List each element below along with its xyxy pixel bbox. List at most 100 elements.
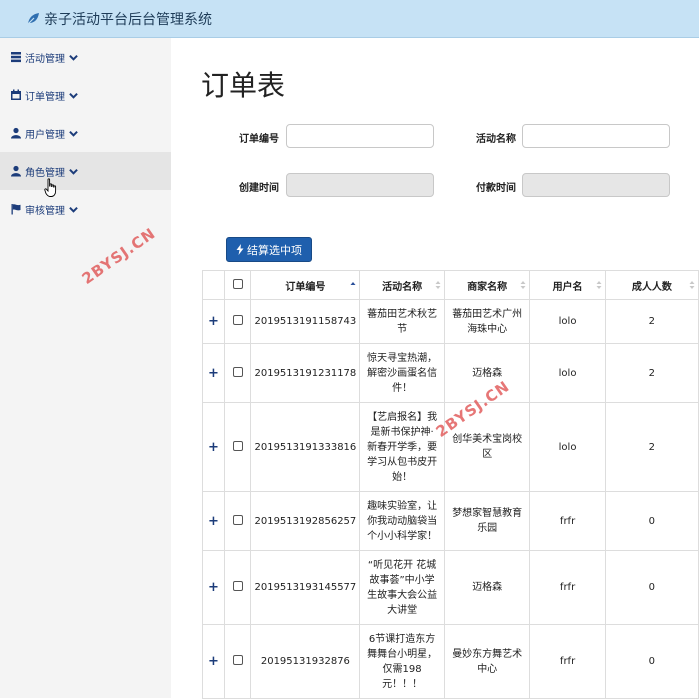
- paid-time-input[interactable]: [522, 173, 670, 197]
- sidebar-item-label: 用户管理: [25, 129, 65, 141]
- cell-activity-name-line: 【艺启报名】我: [367, 411, 438, 423]
- cell-activity-name: “听见花开 花城 故事荟”中小学 生故事大会公益 大讲堂: [359, 550, 445, 625]
- cell-adults: 0: [604, 491, 699, 551]
- column-header-order-no[interactable]: 订单编号: [250, 270, 361, 300]
- select-all-checkbox[interactable]: [232, 278, 243, 289]
- chevron-down-icon: [69, 168, 78, 175]
- expand-column-header: [202, 270, 225, 300]
- column-header-username[interactable]: 用户名: [529, 270, 606, 300]
- table-row[interactable]: +2019513192856257 趣味实验室，让 你我动动脑袋当 个小小科学家！ 梦想…: [202, 491, 699, 551]
- expand-cell[interactable]: +: [202, 343, 225, 403]
- sidebar-item-users[interactable]: 用户管理: [0, 114, 171, 152]
- list-icon: [11, 52, 21, 63]
- order-no-input[interactable]: [286, 124, 434, 148]
- cell-merchant-name-line: 梦想家智慧教育: [452, 508, 523, 519]
- sidebar-item-activity[interactable]: 活动管理: [0, 38, 171, 76]
- cell-activity-name: 惊天寻宝热潮， 解密沙画蛋名信 件！: [359, 343, 445, 403]
- cell-activity-name-line: 解密沙画蛋名信: [367, 367, 438, 379]
- sidebar-item-label: 订单管理: [25, 91, 65, 103]
- table-body: +2019513191158743 蕃茄田艺术秋艺节蕃茄田艺术广州 海珠中心 lolo…: [202, 299, 699, 699]
- column-header-adults[interactable]: 成人人数: [604, 270, 699, 300]
- expand-plus-icon[interactable]: +: [208, 440, 219, 455]
- row-checkbox-cell[interactable]: [223, 550, 252, 625]
- cell-activity-name-line: 故事荟”中小学: [369, 574, 435, 586]
- row-checkbox[interactable]: [232, 581, 243, 591]
- expand-plus-icon[interactable]: +: [208, 314, 219, 329]
- cell-activity-name-line: 惊天寻宝热潮，: [367, 352, 438, 364]
- activity-name-input[interactable]: [522, 124, 670, 148]
- cell-username: lolo: [529, 343, 606, 403]
- orders-table: 订单编号 活动名称 商家名称 用户名 成人人数 +201951319115874…: [202, 270, 699, 699]
- row-checkbox[interactable]: [232, 440, 243, 451]
- expand-cell[interactable]: +: [202, 402, 225, 492]
- expand-cell[interactable]: +: [202, 491, 225, 551]
- cell-activity-name-line: 个小小科学家！: [367, 530, 438, 542]
- expand-cell[interactable]: +: [202, 550, 225, 625]
- expand-plus-icon[interactable]: +: [208, 514, 219, 529]
- row-checkbox[interactable]: [232, 655, 243, 665]
- cell-activity-name-line: “听见花开 花城: [367, 559, 437, 571]
- cell-merchant-name-line: 曼妙东方舞艺术: [452, 648, 523, 660]
- cell-adults: 0: [604, 624, 699, 699]
- row-checkbox[interactable]: [232, 315, 243, 325]
- row-checkbox-cell[interactable]: [223, 343, 252, 403]
- expand-plus-icon[interactable]: +: [208, 654, 219, 669]
- sidebar-item-review[interactable]: 审核管理: [0, 190, 171, 228]
- cell-adults: 2: [604, 343, 699, 403]
- cell-activity-name-line: 趣味实验室，让: [367, 500, 438, 512]
- main-content: 订单表 订单编号 活动名称 创建时间 付款时间 结算选中项 订单编号 活动名称 …: [171, 38, 699, 699]
- expand-cell[interactable]: +: [202, 624, 225, 699]
- page-title: 订单表: [201, 69, 286, 102]
- table-row[interactable]: +2019513191158743 蕃茄田艺术秋艺节蕃茄田艺术广州 海珠中心 lolo…: [202, 299, 699, 344]
- top-bar: 亲子活动平台后台管理系统: [0, 0, 699, 38]
- created-time-input[interactable]: [286, 173, 434, 197]
- brand[interactable]: 亲子活动平台后台管理系统: [26, 9, 212, 29]
- cell-activity-name-line: 件！: [392, 382, 413, 394]
- app-title: 亲子活动平台后台管理系统: [44, 12, 212, 28]
- expand-plus-icon[interactable]: +: [208, 366, 219, 381]
- cell-activity-name-line: 仅需198: [382, 663, 422, 675]
- row-checkbox[interactable]: [232, 514, 243, 525]
- row-checkbox-cell[interactable]: [223, 491, 252, 551]
- sidebar-item-label: 审核管理: [25, 205, 65, 217]
- row-checkbox-cell[interactable]: [223, 624, 252, 699]
- sidebar-item-label: 活动管理: [25, 53, 65, 65]
- settle-label: 结算选中项: [247, 243, 302, 257]
- calendar-icon: [11, 89, 21, 100]
- cell-activity-name: 趣味实验室，让 你我动动脑袋当 个小小科学家！: [359, 491, 445, 551]
- cell-activity-name-line: 始！: [392, 471, 413, 483]
- cell-activity-name-line: 你我动动脑袋当: [367, 515, 438, 527]
- sidebar-item-roles[interactable]: 角色管理: [0, 152, 171, 190]
- order-no-label: 订单编号: [239, 134, 279, 145]
- table-row[interactable]: +20195131932876 6节课打造东方 舞舞台小明星， 仅需198 元！！！ 曼妙…: [202, 624, 699, 699]
- cell-username: frfr: [529, 550, 606, 625]
- cell-username: frfr: [529, 624, 606, 699]
- chevron-down-icon: [69, 206, 78, 213]
- sidebar-item-label: 角色管理: [25, 167, 65, 179]
- cell-activity-name-line: 节: [397, 323, 408, 335]
- cell-merchant-name-line: 迈格森: [472, 582, 503, 593]
- cell-activity-name-line: 生故事大会公益: [367, 589, 438, 601]
- table-row[interactable]: +2019513193145577 “听见花开 花城 故事荟”中小学 生故事大会公益大…: [202, 550, 699, 625]
- row-checkbox-cell[interactable]: [223, 402, 252, 492]
- select-all-checkbox-cell[interactable]: [223, 270, 252, 300]
- column-header-activity-name[interactable]: 活动名称: [359, 270, 445, 300]
- cell-adults: 2: [604, 299, 699, 344]
- row-checkbox-cell[interactable]: [223, 299, 252, 344]
- hand-cursor-icon: [44, 178, 57, 197]
- settle-selected-button[interactable]: 结算选中项: [226, 237, 312, 262]
- column-header-merchant-name[interactable]: 商家名称: [443, 270, 531, 300]
- cell-activity-name: 【艺启报名】我 是新书保护神· 新春开学季，要 学习从包书皮开 始！: [359, 402, 445, 492]
- expand-plus-icon[interactable]: +: [208, 580, 219, 595]
- cell-activity-name-line: 是新书保护神·: [370, 426, 434, 438]
- row-checkbox[interactable]: [232, 366, 243, 377]
- table-row[interactable]: +2019513191231178 惊天寻宝热潮， 解密沙画蛋名信 件！ 迈格森 lolo…: [202, 343, 699, 403]
- chevron-down-icon: [69, 92, 78, 99]
- sidebar-item-orders[interactable]: 订单管理: [0, 76, 171, 114]
- cell-order-no: 2019513192856257: [250, 491, 361, 551]
- expand-cell[interactable]: +: [202, 299, 225, 344]
- sort-asc-icon: [350, 282, 356, 285]
- cell-activity-name-line: 蕃茄田艺术秋艺: [367, 308, 438, 320]
- cell-activity-name-line: 6节课打造东方: [368, 633, 436, 645]
- cell-merchant-name-line: 海珠中心: [467, 323, 508, 335]
